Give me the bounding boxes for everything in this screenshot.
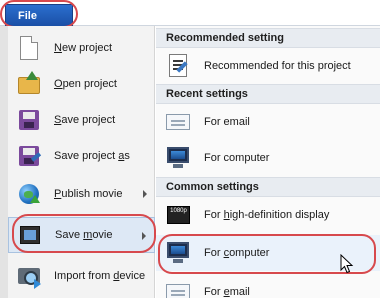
globe-publish-icon [16, 181, 42, 207]
menu-item-publish-movie[interactable]: Publish movie [8, 176, 155, 212]
submenu-item-common-email[interactable]: For email [156, 274, 380, 298]
hd-badge: 1080p [167, 206, 190, 224]
save-movie-annotation-circle [12, 214, 156, 253]
save-disk-icon [16, 107, 42, 133]
recommended-settings-icon [164, 53, 192, 79]
hd-display-icon: 1080p [164, 202, 192, 228]
submenu-arrow-icon [143, 190, 147, 198]
section-header-common: Common settings [156, 177, 380, 197]
file-menu-left-column: New project Open project Save project Sa… [0, 26, 155, 298]
submenu-label-hd-display: For high-definition display [204, 209, 330, 221]
new-document-icon [16, 35, 42, 61]
email-icon [164, 109, 192, 135]
save-as-icon [16, 143, 42, 169]
submenu-item-recent-email[interactable]: For email [156, 104, 380, 140]
mouse-cursor-icon [340, 254, 354, 274]
submenu-label-recommended: Recommended for this project [204, 60, 351, 72]
email-icon [164, 279, 192, 298]
menu-label-new-project: New project [54, 42, 113, 54]
submenu-label-recent-computer: For computer [204, 152, 270, 164]
menu-item-import-from-device[interactable]: Import from device [8, 258, 155, 294]
menu-label-import-from-device: Import from device [54, 270, 146, 282]
section-header-recent: Recent settings [156, 84, 380, 104]
menu-label-publish-movie: Publish movie [54, 188, 123, 200]
computer-monitor-icon [164, 145, 192, 171]
submenu-item-hd-display[interactable]: 1080p For high-definition display [156, 197, 380, 233]
menu-label-save-project-as: Save project as [54, 150, 130, 162]
submenu-item-recent-computer[interactable]: For computer [156, 140, 380, 176]
section-header-recommended: Recommended setting [156, 28, 380, 48]
menu-item-open-project[interactable]: Open project [8, 66, 155, 102]
submenu-item-recommended[interactable]: Recommended for this project [156, 48, 380, 84]
menu-item-new-project[interactable]: New project [8, 30, 155, 66]
open-folder-icon [16, 71, 42, 97]
menu-item-save-project[interactable]: Save project [8, 102, 155, 138]
submenu-label-recent-email: For email [204, 116, 250, 128]
menu-item-save-project-as[interactable]: Save project as [8, 138, 155, 174]
menu-label-save-project: Save project [54, 114, 116, 126]
camera-import-icon [16, 263, 42, 289]
file-tab-annotation-circle [0, 0, 78, 28]
submenu-label-common-email: For email [204, 286, 250, 298]
menu-label-open-project: Open project [54, 78, 117, 90]
